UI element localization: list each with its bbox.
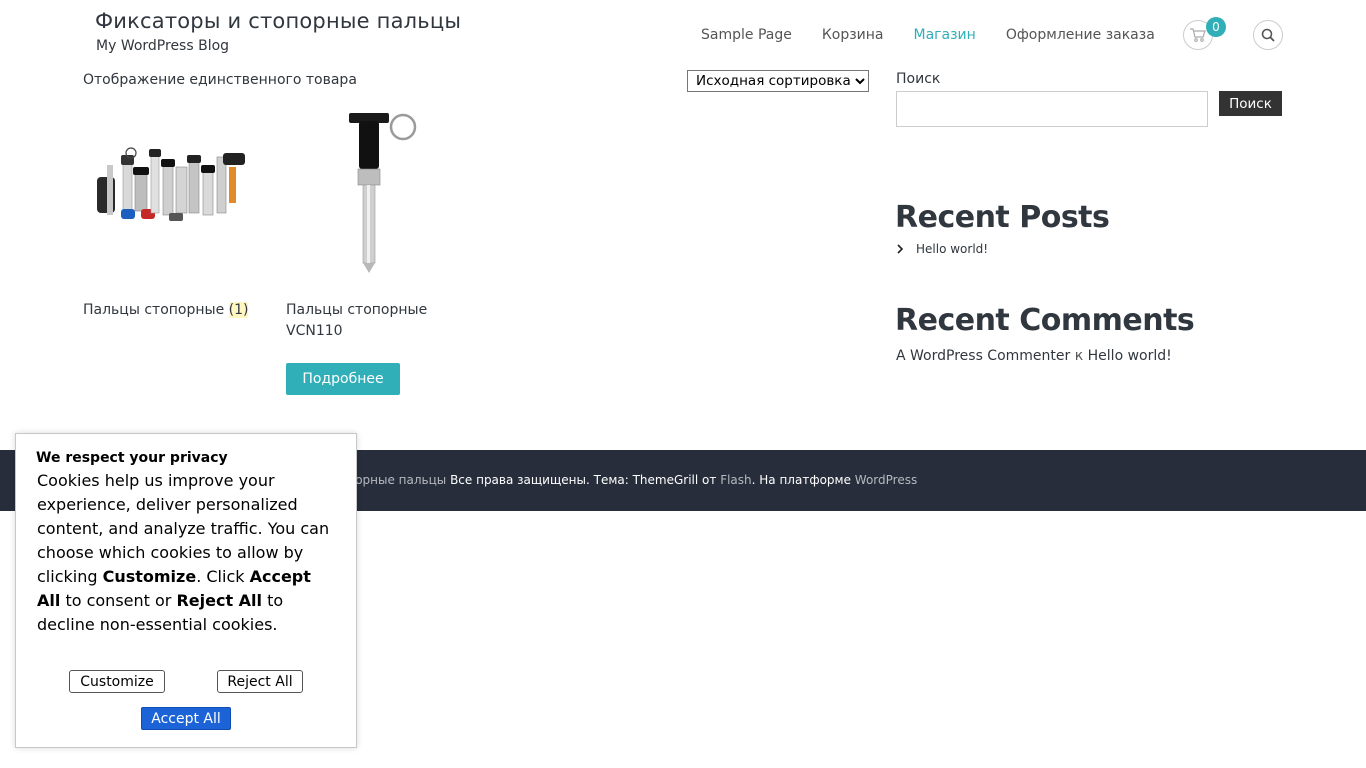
chevron-right-icon [897, 244, 904, 254]
pins-collection-image [97, 147, 245, 221]
result-count: Отображение единственного товара [83, 72, 357, 88]
product-image[interactable] [286, 105, 461, 280]
recent-comment-item: A WordPress Commenter к Hello world! [896, 348, 1172, 364]
comment-author-link[interactable]: A WordPress Commenter [896, 348, 1070, 364]
cart-icon [1190, 28, 1206, 42]
product-title[interactable]: Пальцы стопорные VCN110 [286, 300, 446, 342]
pin-vcn110-image [349, 113, 417, 273]
comment-post-link[interactable]: Hello world! [1088, 348, 1172, 364]
cookie-reject-bold: Reject All [176, 591, 263, 610]
footer-copyright: опорные пальцы Все права защищены. Тема:… [340, 473, 917, 487]
comment-separator: к [1074, 348, 1084, 364]
nav-checkout[interactable]: Оформление заказа [1006, 27, 1155, 43]
category-name[interactable]: Пальцы стопорные [83, 302, 224, 318]
recent-post-link[interactable]: Hello world! [916, 242, 988, 256]
footer-rights: Все права защищены. Тема: ThemeGrill от [446, 473, 721, 487]
nav-cart[interactable]: Корзина [822, 27, 884, 43]
footer-platform: . На платформе [751, 473, 855, 487]
orderby-select[interactable]: Исходная сортировка [687, 70, 869, 92]
sidebar-search-button[interactable]: Поиск [1219, 91, 1282, 116]
product-more-button[interactable]: Подробнее [286, 363, 400, 395]
search-icon [1261, 28, 1275, 42]
cookie-accept-button[interactable]: Accept All [141, 707, 231, 730]
site-description: My WordPress Blog [96, 38, 230, 54]
sidebar-search-input[interactable] [896, 91, 1208, 127]
cookie-text-2: . Click [196, 567, 250, 586]
nav-sample-page[interactable]: Sample Page [701, 27, 792, 43]
sidebar-search-label: Поиск [896, 71, 941, 87]
main-nav: Sample Page Корзина Магазин Оформление з… [701, 24, 1185, 46]
category-count: (1) [228, 302, 249, 318]
category-title[interactable]: Пальцы стопорные (1) [83, 300, 249, 321]
cookie-text: Cookies help us improve your experience,… [37, 469, 337, 637]
cookie-title: We respect your privacy [36, 450, 228, 466]
recent-posts-title: Recent Posts [895, 200, 1110, 235]
recent-comments-title: Recent Comments [895, 303, 1195, 338]
cookie-reject-button[interactable]: Reject All [217, 670, 303, 693]
site-title[interactable]: Фиксаторы и стопорные пальцы [95, 9, 461, 33]
category-image[interactable] [83, 105, 258, 280]
cookie-customize-button[interactable]: Customize [69, 670, 165, 693]
header-search-button[interactable] [1253, 20, 1283, 50]
cookie-text-3: to consent or [60, 591, 177, 610]
footer-theme-link[interactable]: Flash [720, 473, 751, 487]
recent-post-item[interactable]: Hello world! [896, 242, 988, 256]
footer-wordpress-link[interactable]: WordPress [855, 473, 917, 487]
nav-shop[interactable]: Магазин [914, 27, 976, 43]
cart-count-badge[interactable]: 0 [1206, 17, 1226, 37]
cookie-customize-bold: Customize [102, 567, 197, 586]
